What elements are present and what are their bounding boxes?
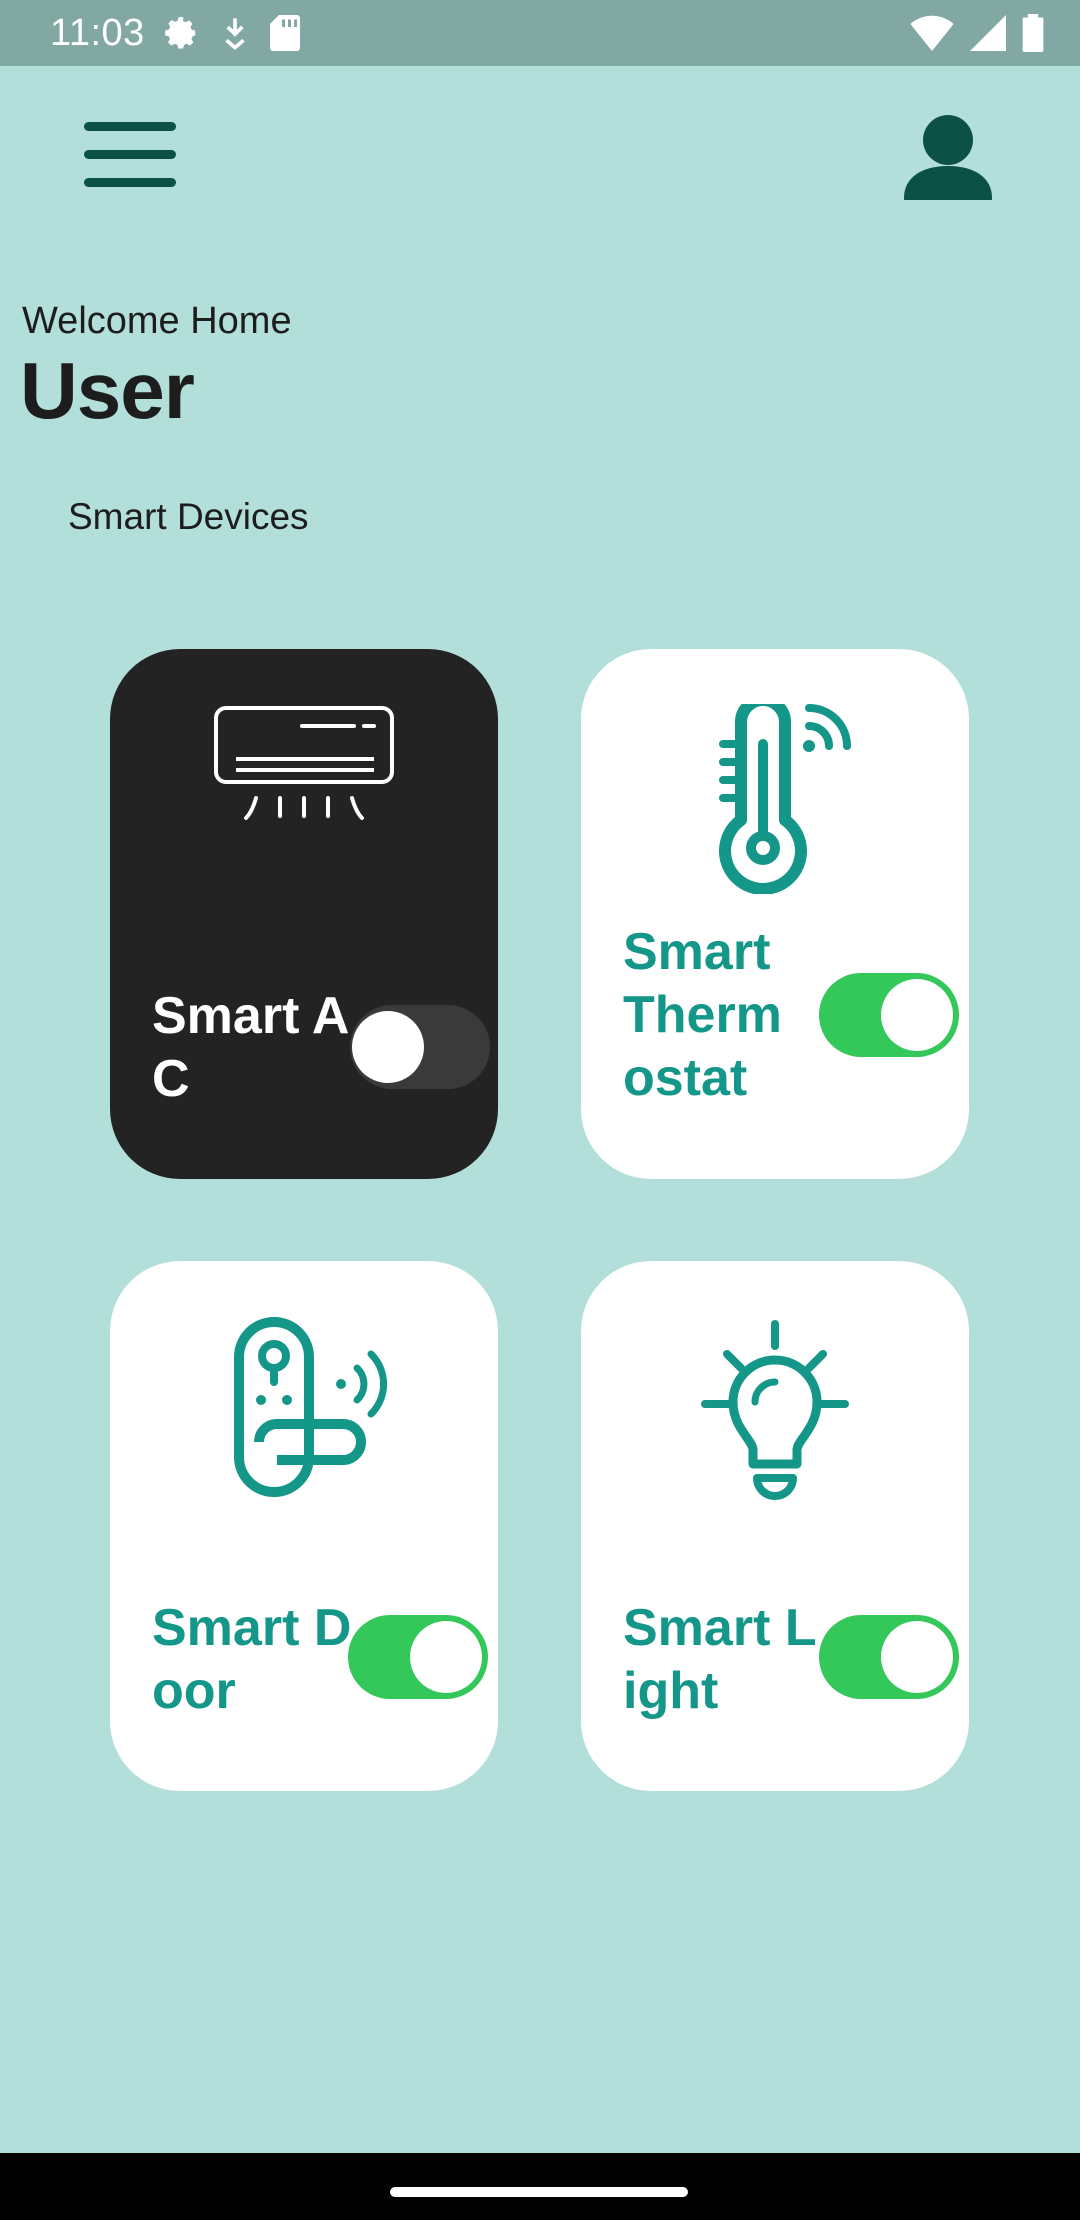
device-toggle[interactable] bbox=[348, 1615, 488, 1699]
status-bar: 11:03 bbox=[0, 0, 1080, 66]
device-label: Smart AC bbox=[152, 987, 350, 1108]
toggle-knob bbox=[352, 1011, 424, 1083]
welcome-text: Welcome Home bbox=[22, 300, 292, 342]
device-card-smart-ac[interactable]: Smart AC bbox=[110, 649, 498, 1179]
status-icons-right bbox=[910, 14, 1044, 57]
wifi-icon bbox=[910, 15, 954, 56]
user-name: User bbox=[20, 346, 195, 435]
toggle-knob bbox=[881, 979, 953, 1051]
settings-icon bbox=[162, 14, 200, 57]
device-card-smart-thermostat[interactable]: Smart Thermostat bbox=[581, 649, 969, 1179]
device-toggle[interactable] bbox=[819, 973, 959, 1057]
section-title: Smart Devices bbox=[68, 496, 309, 537]
person-icon[interactable] bbox=[898, 110, 998, 204]
status-time: 11:03 bbox=[50, 12, 145, 54]
device-label: Smart Door bbox=[152, 1599, 352, 1720]
device-card-smart-door[interactable]: Smart Door bbox=[110, 1261, 498, 1791]
device-toggle[interactable] bbox=[350, 1005, 490, 1089]
status-icons-left bbox=[162, 14, 300, 57]
toggle-knob bbox=[410, 1621, 482, 1693]
smart-lock-icon bbox=[110, 1316, 498, 1516]
signal-icon bbox=[970, 15, 1006, 56]
device-toggle[interactable] bbox=[819, 1615, 959, 1699]
download-icon bbox=[220, 16, 250, 55]
hamburger-menu-icon[interactable] bbox=[80, 118, 180, 192]
thermometer-icon bbox=[581, 704, 969, 904]
toggle-knob bbox=[881, 1621, 953, 1693]
device-label: Smart Light bbox=[623, 1599, 817, 1720]
light-bulb-icon bbox=[581, 1316, 969, 1516]
system-nav-bar bbox=[0, 2153, 1080, 2220]
device-label: Smart Thermostat bbox=[623, 923, 782, 1107]
battery-icon bbox=[1022, 14, 1044, 57]
air-conditioner-icon bbox=[110, 704, 498, 904]
device-card-smart-light[interactable]: Smart Light bbox=[581, 1261, 969, 1791]
sd-card-icon bbox=[270, 15, 300, 56]
home-indicator[interactable] bbox=[390, 2187, 688, 2197]
